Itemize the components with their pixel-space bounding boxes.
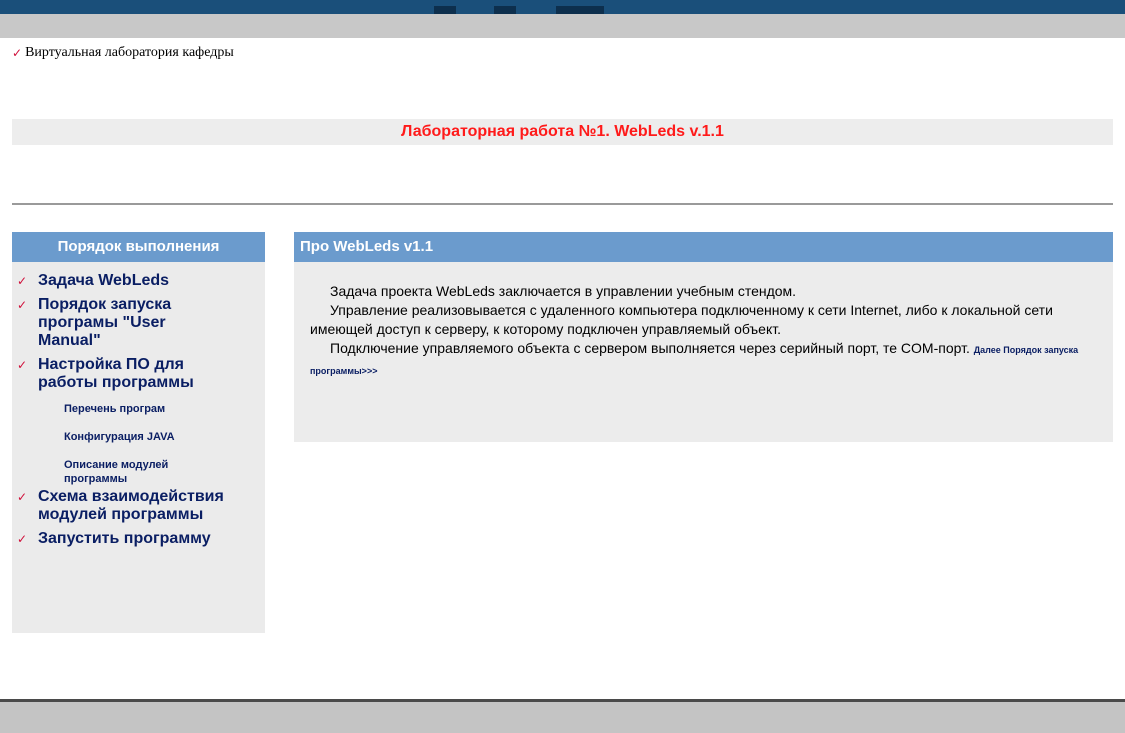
checkmark-icon: ✓ [16, 532, 28, 546]
panel-header: Про WebLeds v1.1 [294, 232, 1113, 262]
sidebar-item-label[interactable]: Задача WebLeds [38, 272, 169, 290]
title-band: Лабораторная работа №1. WebLeds v.1.1 [12, 119, 1113, 145]
sidebar-item-label[interactable]: Настройка ПО для работы программы [38, 356, 238, 392]
panel-body: Задача проекта WebLeds заключается в упр… [294, 262, 1113, 381]
sidebar-item-run-program[interactable]: ✓ Запустить программу [12, 530, 265, 548]
paragraph-control: Управление реализовывается с удаленного … [310, 302, 1053, 337]
top-banner-bar [0, 0, 1125, 14]
sidebar-item-interaction-scheme[interactable]: ✓ Схема взаимодействия модулей программы [12, 488, 265, 524]
checkmark-icon: ✓ [16, 274, 28, 288]
sidebar-subitem-java-config[interactable]: Конфигурация JAVA [12, 430, 265, 444]
sidebar-item-launch-order[interactable]: ✓ Порядок запуска програмы "User Manual" [12, 296, 265, 350]
paragraph-connection-text: Подключение управляемого объекта с серве… [330, 340, 970, 356]
page-title: Лабораторная работа №1. WebLeds v.1.1 [401, 123, 724, 140]
sidebar-subitem-program-list[interactable]: Перечень програм [12, 402, 265, 416]
sidebar: Порядок выполнения ✓ Задача WebLeds ✓ По… [12, 232, 265, 633]
sidebar-header: Порядок выполнения [12, 232, 265, 262]
breadcrumb-label[interactable]: Виртуальная лаборатория кафедры [25, 45, 234, 61]
paragraph-connection: Подключение управляемого объекта с серве… [310, 339, 1089, 381]
banner-segment [434, 6, 456, 14]
banner-segment [556, 6, 604, 14]
sidebar-item-label[interactable]: Схема взаимодействия модулей программы [38, 488, 238, 524]
checkmark-icon: ✓ [12, 46, 23, 60]
sidebar-list: ✓ Задача WebLeds ✓ Порядок запуска прогр… [12, 262, 265, 548]
paragraph-task: Задача проекта WebLeds заключается в упр… [330, 283, 797, 299]
breadcrumb[interactable]: ✓ Виртуальная лаборатория кафедры [12, 44, 234, 62]
banner-segment [494, 6, 516, 14]
checkmark-icon: ✓ [16, 298, 28, 312]
sidebar-item-software-setup[interactable]: ✓ Настройка ПО для работы программы [12, 356, 265, 392]
content-panel: Про WebLeds v1.1 Задача проекта WebLeds … [294, 232, 1113, 442]
divider [12, 203, 1113, 205]
checkmark-icon: ✓ [16, 490, 28, 504]
sidebar-subitem-modules-description[interactable]: Описание модулей программы [12, 458, 214, 486]
checkmark-icon: ✓ [16, 358, 28, 372]
top-gray-strip [0, 14, 1125, 38]
footer-bar [0, 702, 1125, 733]
sidebar-item-label[interactable]: Порядок запуска програмы "User Manual" [38, 296, 218, 350]
sidebar-item-task[interactable]: ✓ Задача WebLeds [12, 272, 265, 290]
sidebar-item-label[interactable]: Запустить программу [38, 530, 211, 548]
